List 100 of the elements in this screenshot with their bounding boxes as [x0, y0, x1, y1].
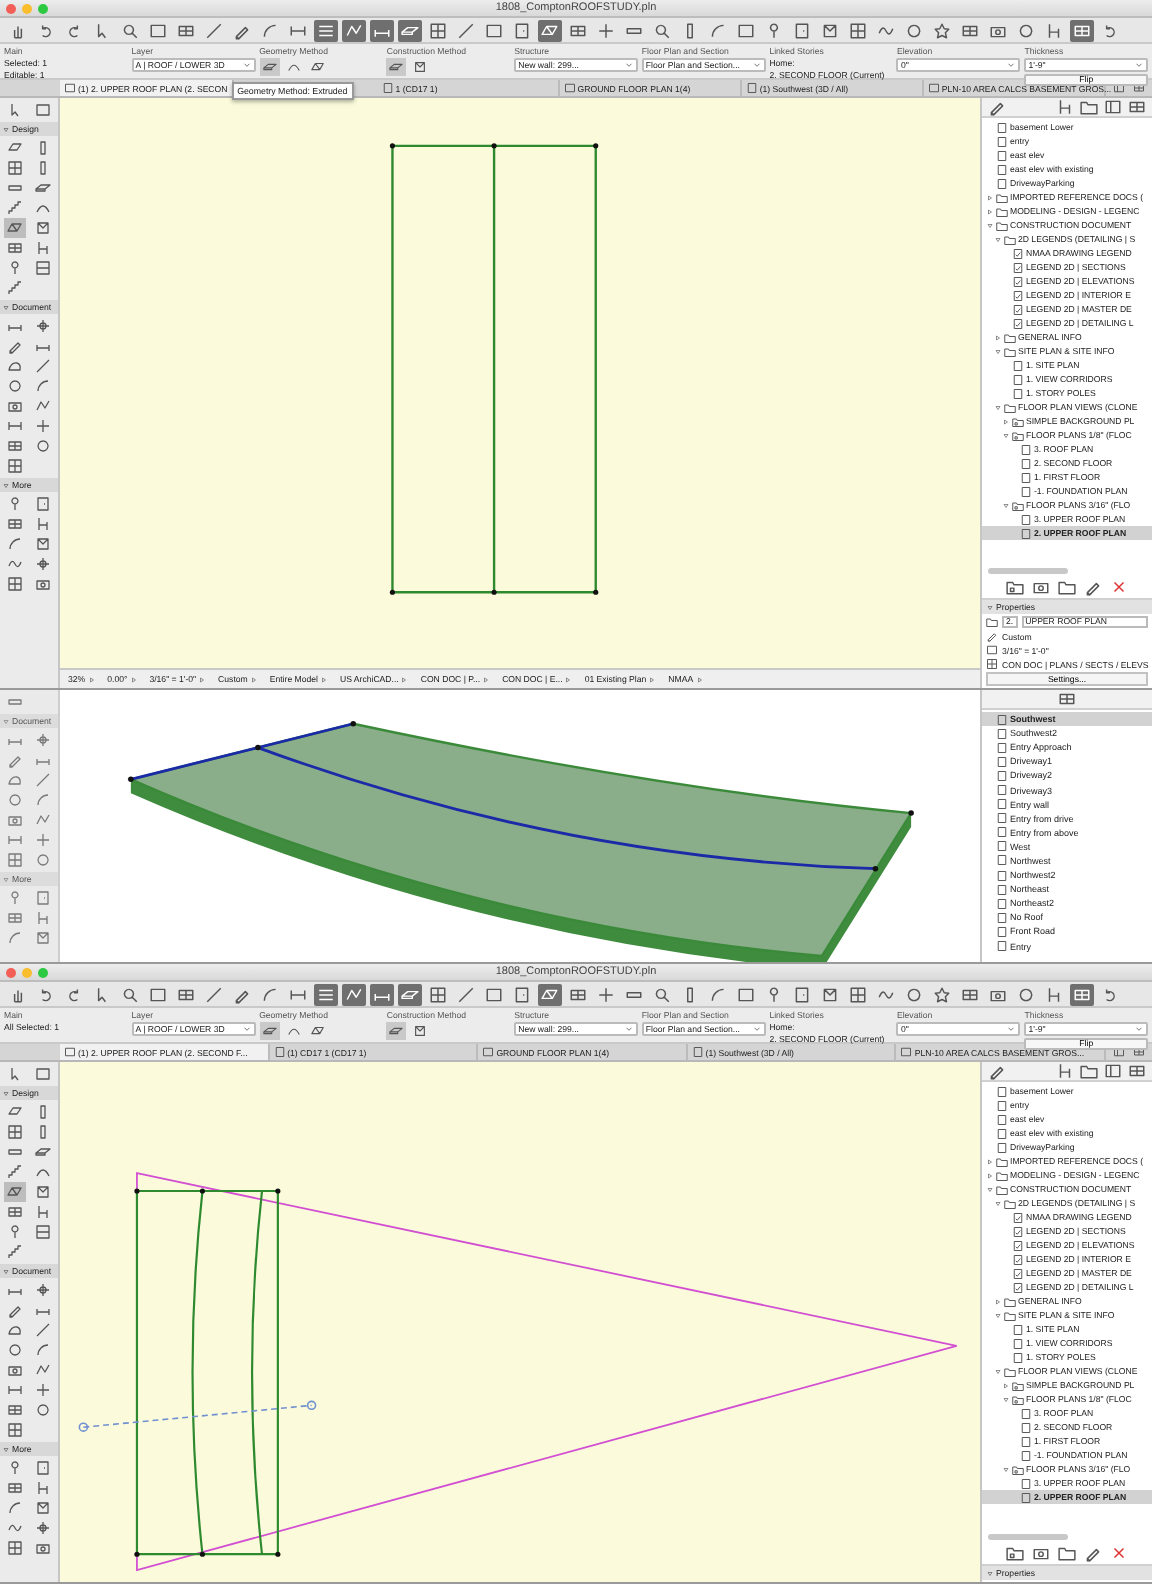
polyline-icon[interactable]	[32, 810, 55, 830]
line-icon[interactable]	[32, 356, 55, 376]
grid-icon[interactable]	[846, 983, 870, 1005]
folder-icon[interactable]	[1078, 98, 1100, 118]
line-icon[interactable]	[32, 770, 55, 790]
layout-icon[interactable]	[1102, 1062, 1124, 1082]
fill-icon[interactable]	[3, 356, 26, 376]
grid-icon[interactable]	[3, 456, 26, 476]
camera-icon[interactable]	[32, 574, 55, 594]
door-icon[interactable]	[32, 1458, 55, 1478]
camera-icon[interactable]	[32, 1538, 55, 1558]
rectangle-icon[interactable]	[482, 19, 506, 41]
arc-icon[interactable]	[706, 983, 730, 1005]
grid-icon[interactable]	[3, 574, 26, 594]
rectangle-icon[interactable]	[146, 19, 170, 41]
fill-icon[interactable]	[3, 1320, 26, 1340]
polyline-icon[interactable]	[342, 983, 366, 1005]
window-icon[interactable]	[1129, 1044, 1148, 1060]
zone-icon[interactable]	[32, 1222, 55, 1242]
lines-icon[interactable]	[314, 983, 338, 1005]
window-icon[interactable]	[3, 238, 26, 258]
arc-icon[interactable]	[706, 19, 730, 41]
roof-icon[interactable]	[3, 218, 26, 238]
camera-icon[interactable]	[3, 396, 26, 416]
pencil-icon[interactable]	[986, 1062, 1008, 1082]
rectangle-icon[interactable]	[734, 19, 758, 41]
window-icon[interactable]	[3, 908, 26, 928]
roof-icon[interactable]	[3, 1182, 26, 1202]
crosshair-icon[interactable]	[32, 554, 55, 574]
folder-icon[interactable]	[1078, 1062, 1100, 1082]
stair-icon[interactable]	[3, 278, 26, 298]
layout-icon[interactable]	[1102, 98, 1124, 118]
door-icon[interactable]	[510, 983, 534, 1005]
slab-icon[interactable]	[259, 1022, 280, 1040]
rectangle-icon[interactable]	[32, 1064, 55, 1084]
crosshair-icon[interactable]	[32, 730, 55, 750]
scroll-bar[interactable]	[988, 1534, 1068, 1540]
grid-icon[interactable]	[3, 850, 26, 870]
pencil-icon[interactable]	[986, 98, 1008, 118]
window-icon[interactable]	[3, 1478, 26, 1498]
line-icon[interactable]	[202, 983, 226, 1005]
arc-icon[interactable]	[258, 983, 282, 1005]
window-icon[interactable]	[1070, 983, 1094, 1005]
dimension-icon[interactable]	[370, 19, 394, 41]
rectangle-icon[interactable]	[482, 983, 506, 1005]
crosshair-icon[interactable]	[32, 1280, 55, 1300]
cross-icon[interactable]	[594, 983, 618, 1005]
crosshair-icon[interactable]	[32, 316, 55, 336]
slab-icon[interactable]	[259, 58, 280, 76]
arc-icon[interactable]	[3, 534, 26, 554]
roof-icon[interactable]	[538, 19, 562, 41]
rectangle-icon[interactable]	[146, 983, 170, 1005]
rectangle-icon[interactable]	[734, 983, 758, 1005]
roof-icon[interactable]	[307, 58, 328, 76]
door-icon[interactable]	[32, 494, 55, 514]
grid-icon[interactable]	[426, 983, 450, 1005]
polyline-icon[interactable]	[32, 1360, 55, 1380]
cross-icon[interactable]	[594, 19, 618, 41]
grid-icon[interactable]	[3, 1420, 26, 1440]
roof-icon[interactable]	[307, 1022, 328, 1040]
slab-icon[interactable]	[398, 983, 422, 1005]
camera-icon[interactable]	[3, 1360, 26, 1380]
curved-slab-drawing[interactable]	[128, 720, 914, 962]
window-icon[interactable]	[1126, 98, 1148, 118]
scroll-bar[interactable]	[988, 568, 1068, 574]
stair-icon[interactable]	[3, 198, 26, 218]
cross-icon[interactable]	[32, 416, 55, 436]
search-icon[interactable]	[650, 19, 674, 41]
window-icon[interactable]	[1070, 19, 1094, 41]
slab-icon[interactable]	[32, 178, 55, 198]
slab-icon[interactable]	[386, 58, 407, 76]
window-icon[interactable]	[1129, 80, 1148, 96]
roof-icon[interactable]	[538, 983, 562, 1005]
window-icon[interactable]	[3, 436, 26, 456]
cross-icon[interactable]	[32, 1380, 55, 1400]
lines-icon[interactable]	[314, 19, 338, 41]
dimension-icon[interactable]	[370, 983, 394, 1005]
grid-icon[interactable]	[3, 1538, 26, 1558]
grid-icon[interactable]	[3, 1122, 26, 1142]
layout-icon[interactable]	[1109, 80, 1128, 96]
grid-icon[interactable]	[426, 19, 450, 41]
slab-icon[interactable]	[398, 19, 422, 41]
fill-icon[interactable]	[3, 770, 26, 790]
star-icon[interactable]	[930, 983, 954, 1005]
arc-icon[interactable]	[3, 1498, 26, 1518]
polyline-icon[interactable]	[342, 19, 366, 41]
slab-icon[interactable]	[32, 1142, 55, 1162]
search-icon[interactable]	[118, 19, 142, 41]
close-icon[interactable]	[1108, 1542, 1130, 1564]
line-icon[interactable]	[202, 19, 226, 41]
layout-icon[interactable]	[1109, 1044, 1128, 1060]
crosshair-icon[interactable]	[32, 1518, 55, 1538]
window-icon[interactable]	[3, 1400, 26, 1420]
zone-icon[interactable]	[32, 258, 55, 278]
close-icon[interactable]	[1108, 576, 1130, 598]
clone-folder-icon[interactable]	[1004, 576, 1026, 598]
guide-line[interactable]	[78, 1400, 317, 1432]
roof-outline-drawing[interactable]	[389, 143, 599, 595]
slab-icon[interactable]	[386, 1022, 407, 1040]
star-icon[interactable]	[930, 19, 954, 41]
